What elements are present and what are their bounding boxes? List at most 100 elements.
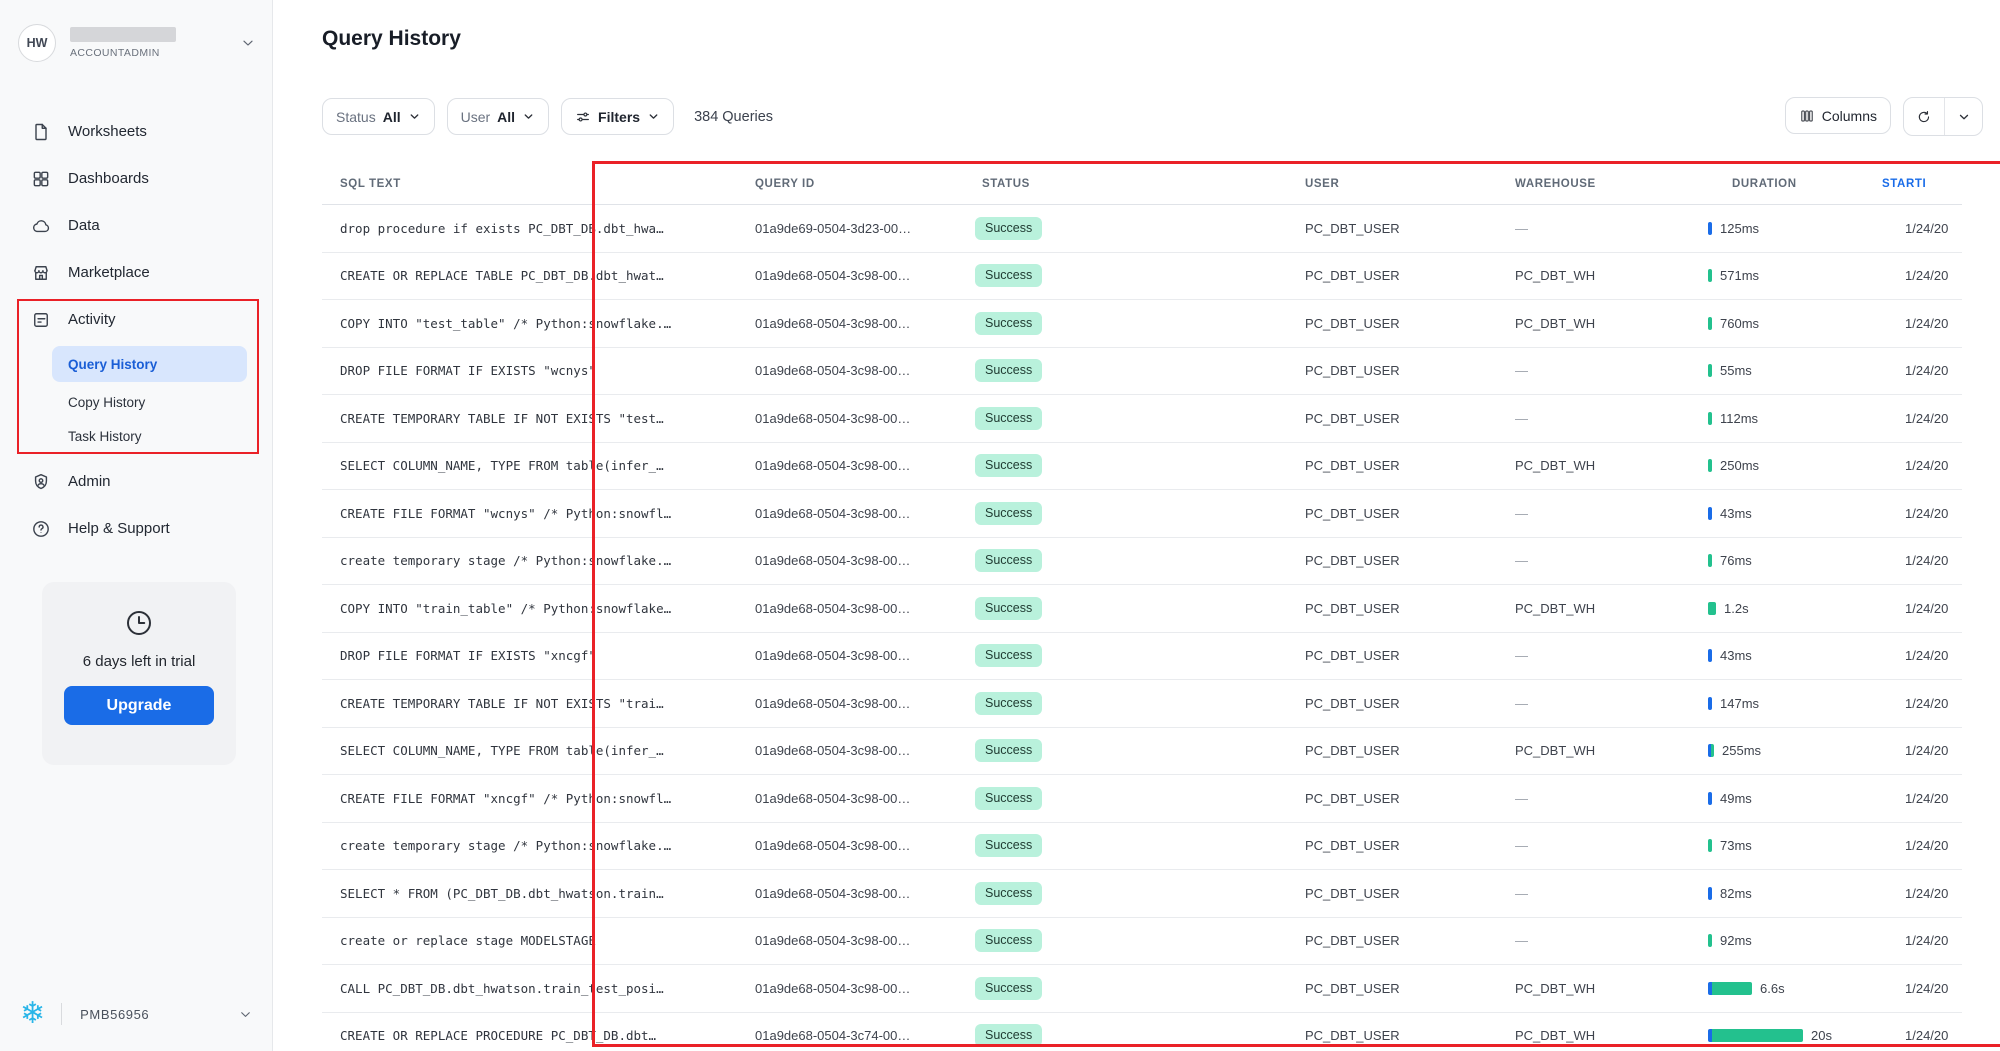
table-row[interactable]: COPY INTO "train_table" /* Python:snowfl… <box>322 585 1962 633</box>
status-cell: Success <box>962 312 1295 335</box>
columns-icon <box>1799 108 1815 124</box>
warehouse-cell: PC_DBT_WH <box>1505 601 1698 616</box>
status-badge: Success <box>975 264 1042 287</box>
query-id-cell: 01a9de68-0504-3c98-00… <box>737 743 962 758</box>
sidebar-item-help-support[interactable]: Help & Support <box>0 505 272 552</box>
account-name-redacted <box>70 27 176 42</box>
sidebar-item-task-history[interactable]: Task History <box>0 419 272 453</box>
filter-bar: Status All User All Filters 384 Queries <box>322 98 773 135</box>
table-row[interactable]: create or replace stage MODELSTAGE 01a9d… <box>322 918 1962 966</box>
table-row[interactable]: create temporary stage /* Python:snowfla… <box>322 538 1962 586</box>
activity-icon <box>31 310 51 330</box>
sql-text-cell: SELECT COLUMN_NAME, TYPE FROM table(infe… <box>322 458 737 473</box>
table-row[interactable]: DROP FILE FORMAT IF EXISTS "wcnys" 01a9d… <box>322 348 1962 396</box>
sql-text-cell: COPY INTO "train_table" /* Python:snowfl… <box>322 601 737 616</box>
sidebar-item-admin[interactable]: Admin <box>0 458 272 505</box>
user-cell: PC_DBT_USER <box>1295 886 1505 901</box>
column-header-sql-text[interactable]: SQL TEXT <box>322 178 737 190</box>
warehouse-cell: — <box>1505 886 1698 901</box>
duration-value: 125ms <box>1720 221 1759 236</box>
duration-bar-blue <box>1708 792 1712 805</box>
org-switcher[interactable]: ❄ PMB56956 <box>20 997 253 1031</box>
table-row[interactable]: CREATE FILE FORMAT "wcnys" /* Python:sno… <box>322 490 1962 538</box>
refresh-split-button <box>1903 97 1983 136</box>
column-header-user[interactable]: USER <box>1295 178 1505 190</box>
sql-text-cell: CREATE OR REPLACE TABLE PC_DBT_DB.dbt_hw… <box>322 268 737 283</box>
status-badge: Success <box>975 359 1042 382</box>
sidebar-item-copy-history[interactable]: Copy History <box>0 385 272 419</box>
table-row[interactable]: CREATE TEMPORARY TABLE IF NOT EXISTS "te… <box>322 395 1962 443</box>
duration-value: 760ms <box>1720 316 1759 331</box>
sidebar-item-activity[interactable]: Activity <box>0 296 272 343</box>
duration-value: 571ms <box>1720 268 1759 283</box>
start-time-cell: 1/24/20 <box>1872 933 1962 948</box>
warehouse-cell: PC_DBT_WH <box>1505 1028 1698 1043</box>
status-filter-dropdown[interactable]: Status All <box>322 98 435 135</box>
status-cell: Success <box>962 977 1295 1000</box>
table-row[interactable]: CREATE TEMPORARY TABLE IF NOT EXISTS "tr… <box>322 680 1962 728</box>
refresh-options-button[interactable] <box>1944 98 1982 135</box>
start-time-cell: 1/24/20 <box>1872 601 1962 616</box>
duration-bar <box>1708 744 1714 757</box>
sql-text-cell: SELECT * FROM (PC_DBT_DB.dbt_hwatson.tra… <box>322 886 737 901</box>
duration-cell: 125ms <box>1698 221 1872 236</box>
duration-bar <box>1708 554 1712 567</box>
sidebar-item-marketplace[interactable]: Marketplace <box>0 249 272 296</box>
status-badge: Success <box>975 787 1042 810</box>
query-history-table: SQL TEXT QUERY ID STATUS USER WAREHOUSE … <box>322 163 1962 1051</box>
table-row[interactable]: drop procedure if exists PC_DBT_DB.dbt_h… <box>322 205 1962 253</box>
table-row[interactable]: CREATE FILE FORMAT "xncgf" /* Python:sno… <box>322 775 1962 823</box>
sql-text-cell: SELECT COLUMN_NAME, TYPE FROM table(infe… <box>322 743 737 758</box>
table-row[interactable]: DROP FILE FORMAT IF EXISTS "xncgf" 01a9d… <box>322 633 1962 681</box>
sidebar-nav: Worksheets Dashboards Data Marketplace A… <box>0 108 272 552</box>
sidebar-item-data[interactable]: Data <box>0 202 272 249</box>
table-row[interactable]: create temporary stage /* Python:snowfla… <box>322 823 1962 871</box>
user-cell: PC_DBT_USER <box>1295 221 1505 236</box>
avatar: HW <box>18 24 56 62</box>
filters-dropdown[interactable]: Filters <box>561 98 674 135</box>
table-row[interactable]: SELECT COLUMN_NAME, TYPE FROM table(infe… <box>322 728 1962 776</box>
user-cell: PC_DBT_USER <box>1295 363 1505 378</box>
status-badge: Success <box>975 312 1042 335</box>
table-row[interactable]: SELECT COLUMN_NAME, TYPE FROM table(infe… <box>322 443 1962 491</box>
status-cell: Success <box>962 644 1295 667</box>
duration-bar <box>1708 649 1712 662</box>
column-header-duration[interactable]: DURATION <box>1698 178 1872 190</box>
duration-bar <box>1708 697 1712 710</box>
user-cell: PC_DBT_USER <box>1295 838 1505 853</box>
columns-button[interactable]: Columns <box>1785 97 1891 134</box>
trial-card: 6 days left in trial Upgrade <box>42 582 236 765</box>
sidebar-item-label: Activity <box>68 311 116 328</box>
sidebar-item-worksheets[interactable]: Worksheets <box>0 108 272 155</box>
column-header-warehouse[interactable]: WAREHOUSE <box>1505 178 1698 190</box>
column-header-start-time[interactable]: STARTI <box>1872 178 1962 190</box>
warehouse-cell: — <box>1505 791 1698 806</box>
column-header-query-id[interactable]: QUERY ID <box>737 178 962 190</box>
table-row[interactable]: COPY INTO "test_table" /* Python:snowfla… <box>322 300 1962 348</box>
sql-text-cell: DROP FILE FORMAT IF EXISTS "xncgf" <box>322 648 737 663</box>
duration-cell: 760ms <box>1698 316 1872 331</box>
upgrade-button[interactable]: Upgrade <box>64 686 214 725</box>
table-row[interactable]: SELECT * FROM (PC_DBT_DB.dbt_hwatson.tra… <box>322 870 1962 918</box>
status-cell: Success <box>962 454 1295 477</box>
column-header-status[interactable]: STATUS <box>962 178 1295 190</box>
trial-message: 6 days left in trial <box>42 653 236 670</box>
status-badge: Success <box>975 882 1042 905</box>
duration-cell: 55ms <box>1698 363 1872 378</box>
account-switcher[interactable]: HW ACCOUNTADMIN <box>18 20 256 66</box>
chevron-down-icon <box>238 1007 253 1022</box>
account-role: ACCOUNTADMIN <box>70 47 240 59</box>
duration-bar <box>1708 412 1712 425</box>
sidebar-item-dashboards[interactable]: Dashboards <box>0 155 272 202</box>
table-row[interactable]: CREATE OR REPLACE PROCEDURE PC_DBT_DB.db… <box>322 1013 1962 1051</box>
refresh-button[interactable] <box>1904 98 1944 135</box>
table-row[interactable]: CREATE OR REPLACE TABLE PC_DBT_DB.dbt_hw… <box>322 253 1962 301</box>
query-id-cell: 01a9de68-0504-3c98-00… <box>737 933 962 948</box>
user-cell: PC_DBT_USER <box>1295 458 1505 473</box>
query-id-cell: 01a9de68-0504-3c98-00… <box>737 601 962 616</box>
duration-value: 6.6s <box>1760 981 1785 996</box>
sidebar-item-query-history[interactable]: Query History <box>52 346 247 382</box>
query-id-cell: 01a9de68-0504-3c98-00… <box>737 363 962 378</box>
table-row[interactable]: CALL PC_DBT_DB.dbt_hwatson.train_test_po… <box>322 965 1962 1013</box>
user-filter-dropdown[interactable]: User All <box>447 98 549 135</box>
